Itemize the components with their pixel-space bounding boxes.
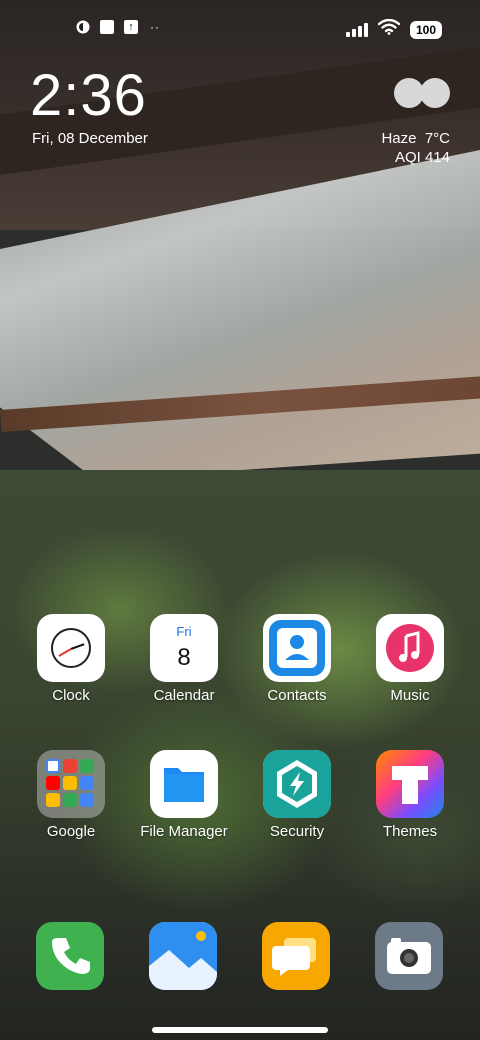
weather-condition: Haze — [381, 130, 417, 147]
app-label: Music — [390, 687, 430, 704]
app-label: Calendar — [153, 687, 215, 704]
app-themes[interactable]: Themes — [355, 750, 465, 840]
calendar-icon: Fri 8 — [150, 614, 218, 682]
dock-phone[interactable] — [36, 922, 104, 990]
dock-camera[interactable] — [375, 922, 443, 990]
music-icon — [376, 614, 444, 682]
widget-time[interactable]: 2:36 — [30, 66, 147, 126]
weather-temperature: 7°C — [424, 130, 450, 147]
app-google-folder[interactable]: Google — [16, 750, 126, 840]
app-file-manager[interactable]: File Manager — [129, 750, 239, 840]
dock-gallery[interactable] — [149, 922, 217, 990]
google-folder-icon — [37, 750, 105, 818]
weather-aqi: AQI 414 — [394, 149, 450, 166]
contacts-icon — [263, 614, 331, 682]
app-calendar[interactable]: Fri 8 Calendar — [129, 614, 239, 704]
app-label: Contacts — [267, 687, 327, 704]
widget-date[interactable]: Fri, 08 December — [32, 130, 148, 147]
phone-icon — [52, 938, 90, 974]
weather-info[interactable]: Haze 7°C AQI 414 — [381, 129, 450, 167]
app-label: Google — [46, 823, 96, 840]
home-indicator[interactable] — [152, 1027, 328, 1033]
file-manager-icon — [150, 750, 218, 818]
gallery-icon — [149, 922, 217, 990]
app-contacts[interactable]: Contacts — [242, 614, 352, 704]
messages-icon — [272, 938, 316, 976]
app-security[interactable]: Security — [242, 750, 352, 840]
dock-messages[interactable] — [262, 922, 330, 990]
app-clock[interactable]: Clock — [16, 614, 126, 704]
themes-icon — [376, 750, 444, 818]
haze-weather-icon[interactable] — [394, 78, 450, 108]
calendar-date: 8 — [177, 644, 191, 671]
app-label: File Manager — [140, 823, 228, 840]
camera-icon — [387, 938, 431, 974]
battery-icon: 100 — [410, 20, 442, 39]
app-label: Themes — [382, 823, 438, 840]
app-notification-icon — [76, 20, 90, 34]
signal-icon — [346, 22, 368, 37]
security-icon — [263, 750, 331, 818]
upload-icon: ↑ — [124, 20, 138, 34]
app-label: Clock — [52, 687, 90, 704]
app-music[interactable]: Music — [355, 614, 465, 704]
status-bar: ↑ ·· 100 — [0, 14, 480, 42]
app-label: Security — [269, 823, 325, 840]
wifi-icon — [377, 18, 401, 40]
clock-icon — [37, 614, 105, 682]
square-notification-icon — [100, 20, 114, 34]
more-notifications-icon: ·· — [150, 20, 160, 34]
calendar-day: Fri — [176, 624, 192, 639]
